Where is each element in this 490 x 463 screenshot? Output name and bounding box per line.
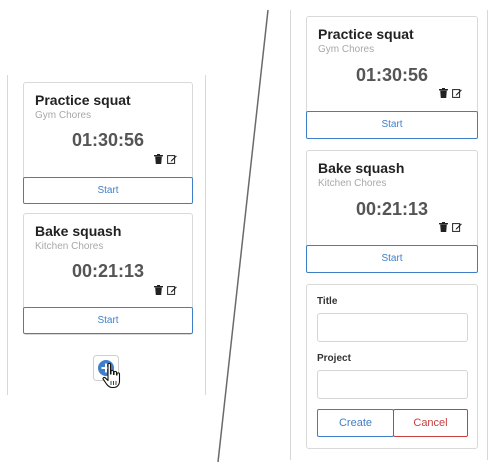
timer-project: Gym Chores: [318, 44, 375, 55]
hand-pointer-icon: [102, 362, 124, 395]
project-label: Project: [317, 353, 351, 364]
right-panel-border-right: [487, 10, 488, 460]
edit-icon[interactable]: [452, 222, 462, 232]
timer-title: Practice squat: [318, 26, 414, 42]
timer-elapsed: 00:21:13: [71, 261, 145, 281]
timer-elapsed: 01:30:56: [355, 65, 429, 85]
timer-elapsed: 00:21:13: [355, 199, 429, 219]
timer-actions: [154, 285, 177, 295]
trash-icon[interactable]: [154, 154, 163, 164]
timer-title: Bake squash: [318, 160, 405, 176]
timer-title: Bake squash: [35, 223, 122, 239]
divider-line: [217, 9, 269, 463]
timer-actions: [439, 222, 462, 232]
create-button[interactable]: Create: [317, 409, 394, 437]
edit-icon[interactable]: [167, 285, 177, 295]
start-button[interactable]: Start: [23, 307, 193, 334]
start-button[interactable]: Start: [306, 245, 478, 273]
trash-icon[interactable]: [439, 222, 448, 232]
timer-project: Kitchen Chores: [318, 178, 387, 189]
left-panel-border-right: [205, 75, 206, 395]
cancel-button[interactable]: Cancel: [393, 409, 468, 437]
right-panel-border-left: [290, 10, 291, 460]
start-button[interactable]: Start: [306, 111, 478, 139]
trash-icon[interactable]: [439, 88, 448, 98]
timer-elapsed: 01:30:56: [71, 130, 145, 150]
edit-icon[interactable]: [452, 88, 462, 98]
left-panel-border-left: [7, 75, 8, 395]
timer-project: Kitchen Chores: [35, 241, 104, 252]
timer-actions: [439, 88, 462, 98]
trash-icon[interactable]: [154, 285, 163, 295]
title-label: Title: [317, 296, 338, 307]
timer-project: Gym Chores: [35, 110, 92, 121]
title-input[interactable]: [317, 313, 468, 342]
start-button[interactable]: Start: [23, 177, 193, 204]
edit-icon[interactable]: [167, 154, 177, 164]
timer-title: Practice squat: [35, 92, 131, 108]
project-input[interactable]: [317, 370, 468, 399]
timer-actions: [154, 154, 177, 164]
